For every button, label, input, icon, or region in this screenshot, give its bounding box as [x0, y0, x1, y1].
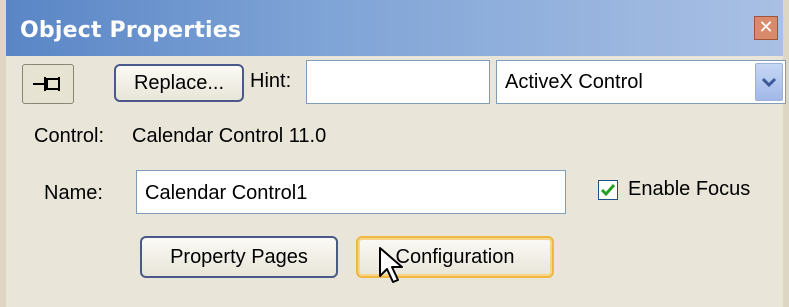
pin-button[interactable] — [22, 64, 74, 104]
name-field-value: Calendar Control1 — [145, 182, 308, 204]
enable-focus-checkbox[interactable] — [598, 180, 618, 200]
object-properties-panel: Object Properties ✕ Replace... Hint: Act… — [0, 0, 789, 307]
name-label: Name: — [44, 182, 103, 204]
chevron-down-icon[interactable] — [755, 63, 783, 101]
control-value: Calendar Control 11.0 — [132, 125, 327, 147]
window-title: Object Properties — [20, 18, 242, 43]
control-label: Control: — [34, 125, 105, 147]
name-field[interactable]: Calendar Control1 — [136, 170, 566, 214]
replace-button[interactable]: Replace... — [114, 64, 244, 102]
hint-input[interactable] — [306, 60, 490, 104]
control-type-value: ActiveX Control — [505, 71, 643, 93]
title-bar[interactable]: Object Properties ✕ — [6, 0, 783, 56]
control-type-select[interactable]: ActiveX Control — [496, 60, 786, 104]
close-icon[interactable]: ✕ — [754, 16, 778, 40]
hint-label: Hint: — [250, 70, 292, 92]
mouse-cursor-icon — [379, 247, 403, 283]
property-pages-button[interactable]: Property Pages — [140, 236, 338, 278]
pin-icon — [33, 77, 60, 91]
checkmark-icon — [600, 184, 616, 197]
enable-focus-label: Enable Focus — [628, 178, 751, 200]
